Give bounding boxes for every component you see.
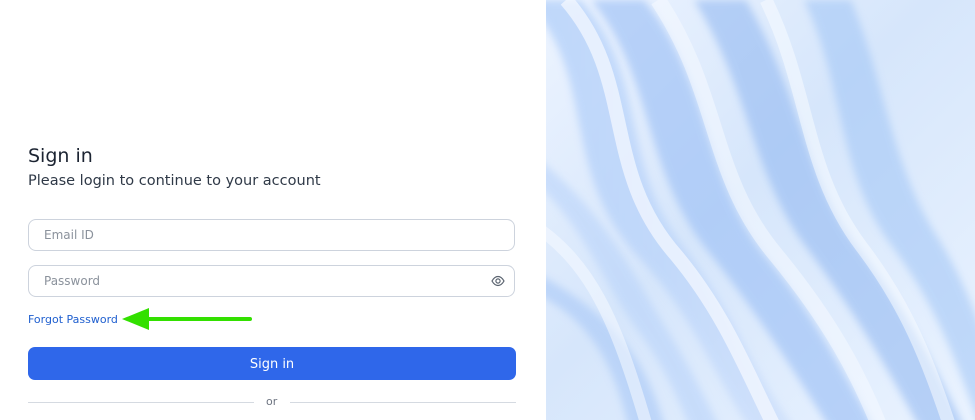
divider-left	[28, 402, 254, 403]
divider-right	[290, 402, 516, 403]
email-input[interactable]	[44, 220, 464, 250]
login-panel: Sign in Please login to continue to your…	[0, 0, 546, 420]
eye-icon[interactable]	[491, 275, 505, 287]
green-arrow-icon	[118, 306, 254, 332]
email-field[interactable]	[28, 219, 515, 251]
forgot-password-link[interactable]: Forgot Password	[28, 313, 118, 327]
password-field[interactable]	[28, 265, 515, 297]
page-title: Sign in	[28, 145, 93, 167]
password-input[interactable]	[44, 266, 464, 296]
login-page: Sign in Please login to continue to your…	[0, 0, 975, 420]
decorative-background-panel	[546, 0, 975, 420]
wave-pattern-image	[546, 0, 975, 420]
divider-label: or	[266, 395, 278, 408]
page-subtitle: Please login to continue to your account	[28, 173, 321, 189]
sign-in-button[interactable]: Sign in	[28, 347, 516, 380]
